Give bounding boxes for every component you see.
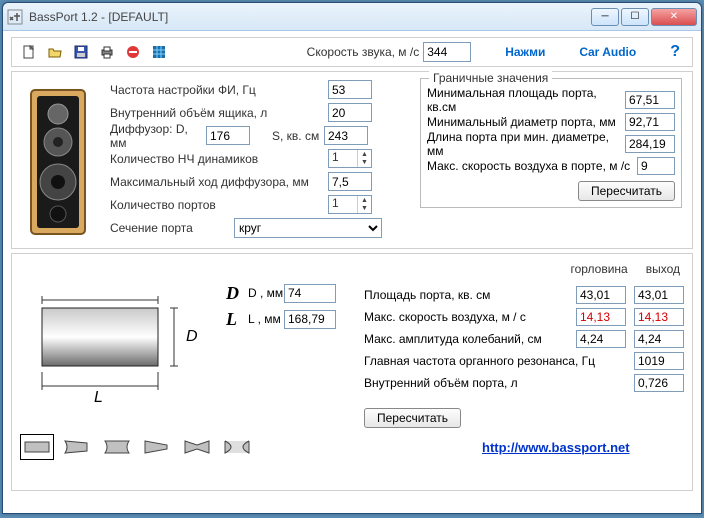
amp-mouth <box>634 330 684 348</box>
throat-header: горловина <box>570 262 627 284</box>
shape-flare-one-icon[interactable] <box>62 436 92 458</box>
titlebar: BassPort 1.2 - [DEFAULT] ─ ☐ ✕ <box>3 3 701 31</box>
new-file-icon[interactable] <box>18 41 40 63</box>
vel-mouth <box>634 308 684 326</box>
portvol-label: Внутренний объём порта, л <box>364 376 634 390</box>
svg-text:D: D <box>186 328 198 345</box>
app-icon <box>7 9 23 25</box>
port-count-label: Количество портов <box>110 198 328 212</box>
window-title: BassPort 1.2 - [DEFAULT] <box>29 10 589 24</box>
diffuser-s-label: S, кв. см <box>272 129 324 143</box>
xmax-input[interactable] <box>328 172 372 191</box>
delete-icon[interactable] <box>122 41 144 63</box>
results-area: горловина выход Площадь порта, кв. см Мак… <box>364 260 684 428</box>
sound-speed-label: Скорость звука, м /с <box>307 45 420 59</box>
len-mindia-label: Длина порта при мин. диаметре, мм <box>427 130 625 158</box>
organ-output <box>634 352 684 370</box>
portvol-output <box>634 374 684 392</box>
max-air-label: Макс. скорость воздуха в порте, м /с <box>427 159 637 173</box>
amp-label: Макс. амплитуда колебаний, см <box>364 332 576 346</box>
save-icon[interactable] <box>70 41 92 63</box>
limits-fieldset: Граничные значения Минимальная площадь п… <box>420 78 682 208</box>
minimize-button[interactable]: ─ <box>591 8 619 26</box>
diffuser-d-input[interactable] <box>206 126 250 145</box>
port-dims: DD , мм LL , мм <box>226 260 364 428</box>
recalc-bottom-button[interactable]: Пересчитать <box>364 408 461 428</box>
area-throat <box>576 286 626 304</box>
section-select[interactable]: круг <box>234 218 382 238</box>
tuning-freq-input[interactable] <box>328 80 372 99</box>
sound-speed-input[interactable] <box>423 42 471 62</box>
min-area-label: Минимальная площадь порта, кв.см <box>427 86 625 114</box>
close-button[interactable]: ✕ <box>651 8 697 26</box>
recalc-top-button[interactable]: Пересчитать <box>578 181 675 201</box>
toolbar: Скорость звука, м /с Нажми Car Audio ? <box>11 37 693 67</box>
car-audio-link[interactable]: Car Audio <box>579 45 636 59</box>
port-area-label: Площадь порта, кв. см <box>364 288 576 302</box>
organ-label: Главная частота органного резонанса, Гц <box>364 354 634 368</box>
min-dia-label: Минимальный диаметр порта, мм <box>427 115 625 129</box>
vel-throat <box>576 308 626 326</box>
port-count-spinner[interactable]: 1▲▼ <box>328 195 372 214</box>
amp-throat <box>576 330 626 348</box>
shape-flare-two-icon[interactable] <box>102 436 132 458</box>
bottom-panel: D L DD , мм LL , мм горловинавыход Площа… <box>11 253 693 491</box>
area-mouth <box>634 286 684 304</box>
grid-icon[interactable] <box>148 41 170 63</box>
help-icon[interactable]: ? <box>670 43 680 61</box>
client-area: Скорость звука, м /с Нажми Car Audio ? Ч… <box>3 31 701 501</box>
app-window: BassPort 1.2 - [DEFAULT] ─ ☐ ✕ Скорость … <box>2 2 702 514</box>
min-dia-output <box>625 113 675 131</box>
speaker-image <box>12 72 104 248</box>
port-diagram: D L <box>20 260 226 428</box>
tuning-freq-label: Частота настройки ФИ, Гц <box>110 83 328 97</box>
shape-straight-icon[interactable] <box>22 436 52 458</box>
shape-cone-one-icon[interactable] <box>142 436 172 458</box>
box-volume-label: Внутренний объём ящика, л <box>110 106 328 120</box>
min-area-output <box>625 91 675 109</box>
svg-text:L: L <box>94 389 103 406</box>
top-panel: Частота настройки ФИ, Гц Внутренний объё… <box>11 71 693 249</box>
limits-legend: Граничные значения <box>429 71 552 85</box>
print-icon[interactable] <box>96 41 118 63</box>
shape-hourglass-icon[interactable] <box>222 436 252 458</box>
port-shape-strip: http://www.bassport.net <box>12 428 692 458</box>
d-input[interactable] <box>284 284 336 303</box>
len-mindia-output <box>625 135 675 153</box>
xmax-label: Максимальный ход диффузора, мм <box>110 175 328 189</box>
mouth-header: выход <box>646 262 680 284</box>
shape-biconical-icon[interactable] <box>182 436 212 458</box>
l-label: L , мм <box>248 312 284 326</box>
vel-label: Макс. скорость воздуха, м / с <box>364 310 576 324</box>
box-volume-input[interactable] <box>328 103 372 122</box>
input-form: Частота настройки ФИ, Гц Внутренний объё… <box>104 72 418 248</box>
maximize-button[interactable]: ☐ <box>621 8 649 26</box>
open-folder-icon[interactable] <box>44 41 66 63</box>
woofer-count-spinner[interactable]: 1▲▼ <box>328 149 372 168</box>
woofer-count-label: Количество НЧ динамиков <box>110 152 328 166</box>
section-label: Сечение порта <box>110 221 234 235</box>
diffuser-d-label: Диффузор: D, мм <box>110 122 206 150</box>
d-label: D , мм <box>248 286 284 300</box>
l-output <box>284 310 336 329</box>
website-link[interactable]: http://www.bassport.net <box>482 440 630 455</box>
diffuser-s-input[interactable] <box>324 126 368 145</box>
max-air-input[interactable] <box>637 157 675 175</box>
press-link[interactable]: Нажми <box>505 45 545 59</box>
